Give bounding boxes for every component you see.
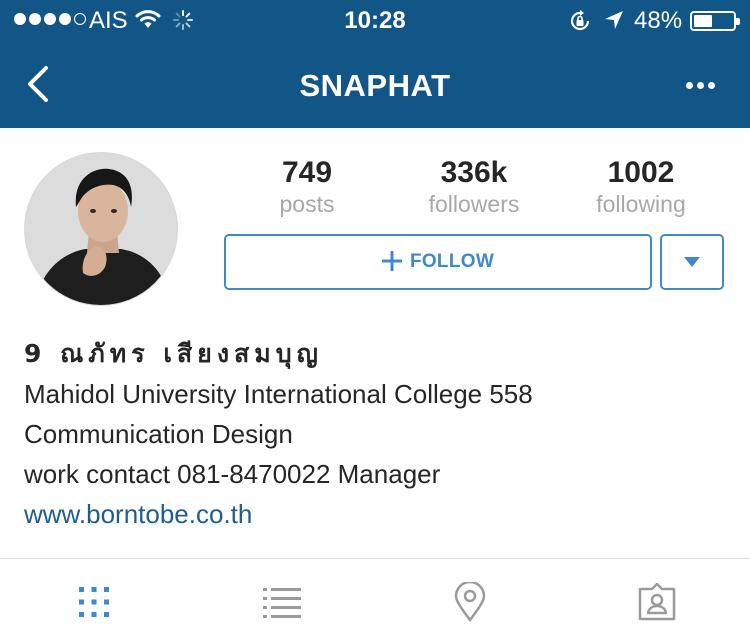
caret-down-icon: [684, 257, 700, 267]
tagged-photos-icon: [638, 583, 676, 621]
follow-button[interactable]: FOLLOW: [224, 234, 652, 290]
page-title: SNAPHAT: [299, 68, 451, 103]
bio-line: work contact 081-8470022 Manager: [24, 459, 441, 489]
more-options-button[interactable]: [686, 76, 720, 94]
battery-icon: [690, 11, 740, 31]
tab-list[interactable]: [260, 580, 304, 624]
tab-location[interactable]: [448, 580, 492, 624]
battery-fill: [694, 15, 712, 27]
stat-value: 336k: [440, 156, 508, 189]
profile-avatar[interactable]: [24, 152, 178, 306]
header: AIS 10:28 48% SNAPHAT: [0, 0, 750, 128]
profile-photo: [25, 153, 177, 305]
battery-percent: 48%: [634, 7, 683, 34]
plus-icon: [381, 247, 403, 277]
stat-value: 1002: [607, 156, 675, 189]
stat-label: following: [596, 191, 686, 217]
bio-line: Communication Design: [24, 419, 293, 449]
profile-full-name: 9 ณภัทร เสียงสมบุญ: [24, 339, 323, 368]
more-dot: [686, 81, 693, 89]
divider: [0, 558, 750, 559]
profile-bio: 9 ณภัทร เสียงสมบุญ Mahidol University In…: [24, 334, 724, 534]
stat-value: 749: [281, 156, 333, 189]
location-pin-icon: [454, 582, 486, 622]
following-count[interactable]: 1002 following: [571, 156, 711, 218]
grid-icon: [79, 587, 109, 617]
tab-tagged[interactable]: [635, 580, 679, 624]
list-icon: [263, 588, 301, 618]
bio-line: Mahidol University International College…: [24, 379, 533, 409]
location-arrow-icon: [603, 9, 625, 38]
website-link[interactable]: www.borntobe.co.th: [24, 494, 724, 534]
tab-grid[interactable]: [72, 580, 116, 624]
more-dot: [708, 81, 715, 89]
stat-label: posts: [279, 191, 335, 217]
more-dot: [697, 81, 704, 89]
suggestions-dropdown-button[interactable]: [660, 234, 724, 290]
stat-label: followers: [428, 191, 520, 217]
battery-tip: [736, 18, 740, 25]
followers-count[interactable]: 336k followers: [404, 156, 544, 218]
follow-label: FOLLOW: [409, 251, 495, 272]
posts-count[interactable]: 749 posts: [237, 156, 377, 218]
status-bar: AIS 10:28 48%: [0, 0, 750, 40]
rotation-lock-icon: [568, 9, 592, 40]
